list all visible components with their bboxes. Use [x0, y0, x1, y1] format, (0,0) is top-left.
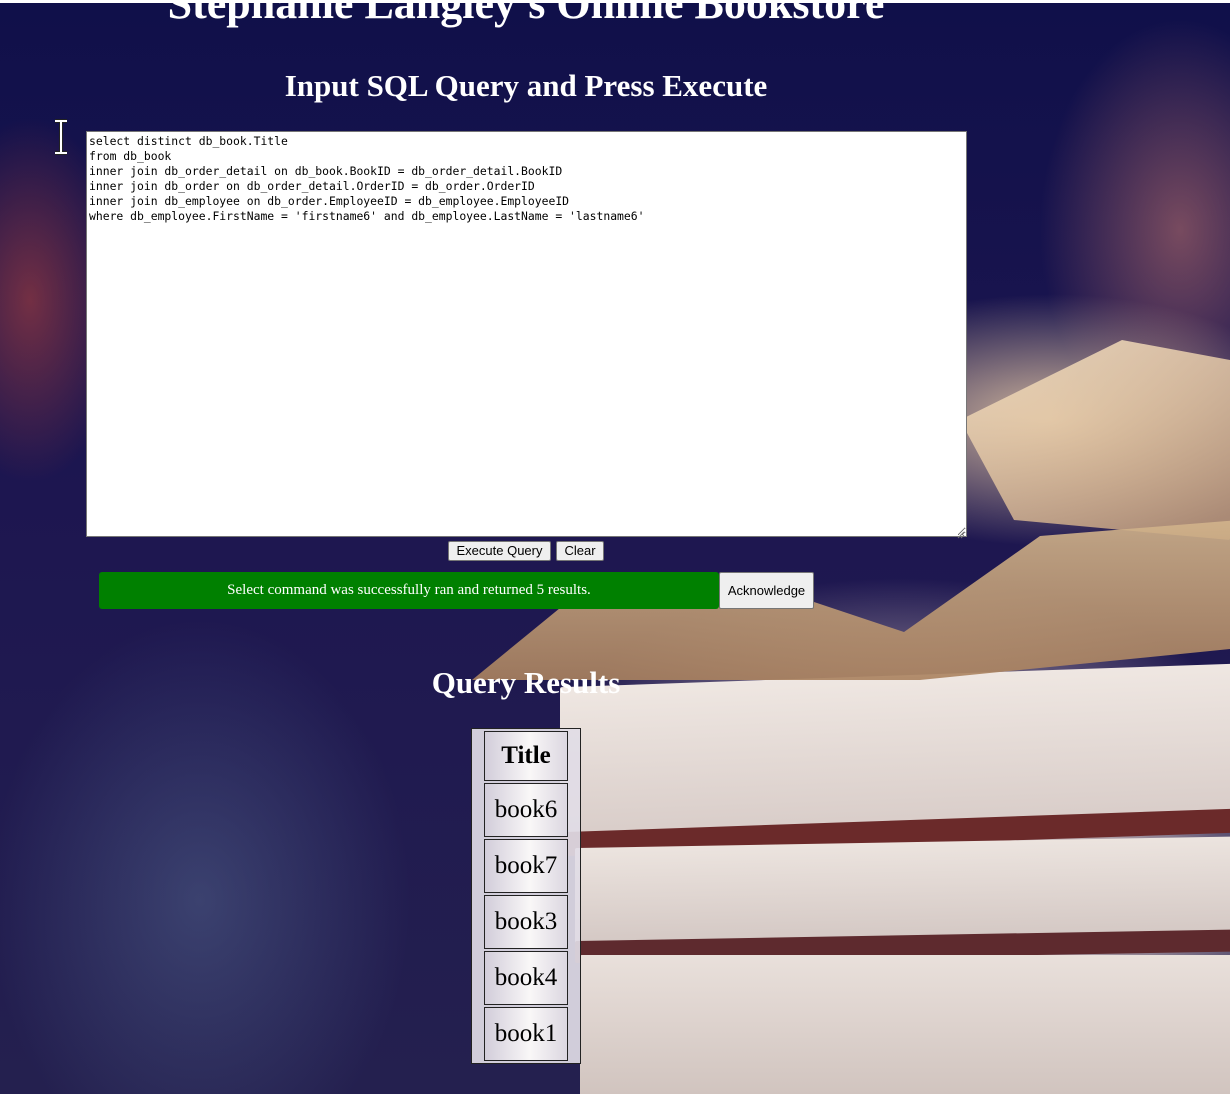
results-table: Title book6 book7 book3 book4 book1 — [471, 728, 581, 1064]
table-cell: book6 — [484, 783, 568, 837]
column-header-title: Title — [484, 731, 568, 781]
table-row: book7 — [484, 839, 568, 893]
table-row: book3 — [484, 895, 568, 949]
sql-query-input[interactable]: select distinct db_book.Title from db_bo… — [86, 131, 967, 537]
status-alert: Select command was successfully ran and … — [99, 572, 719, 609]
text-cursor-icon — [50, 119, 72, 155]
clear-button[interactable]: Clear — [556, 541, 604, 561]
table-cell: book1 — [484, 1007, 568, 1061]
table-row: book1 — [484, 1007, 568, 1061]
site-title: Stephanie Langley's Online Bookstore — [167, 0, 885, 28]
table-row: book4 — [484, 951, 568, 1005]
status-message: Select command was successfully ran and … — [227, 582, 591, 598]
table-cell: book3 — [484, 895, 568, 949]
sql-section-title: Input SQL Query and Press Execute — [284, 68, 768, 103]
results-section-title: Query Results — [431, 665, 621, 700]
table-row: book6 — [484, 783, 568, 837]
execute-query-button[interactable]: Execute Query — [448, 541, 551, 561]
table-header-row: Title — [484, 731, 568, 781]
table-cell: book4 — [484, 951, 568, 1005]
resize-grip-icon[interactable] — [955, 526, 965, 539]
acknowledge-button[interactable]: Acknowledge — [719, 572, 814, 609]
page-content: Stephanie Langley's Online Bookstore Inp… — [0, 0, 1230, 1094]
table-cell: book7 — [484, 839, 568, 893]
